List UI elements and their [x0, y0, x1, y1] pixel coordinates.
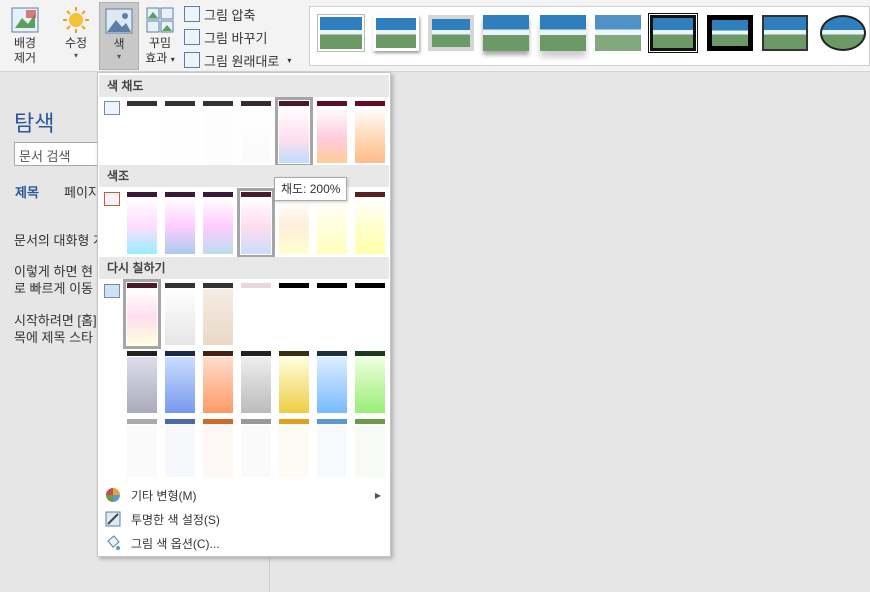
- recolor-sepia[interactable]: [203, 283, 233, 345]
- ribbon: 배경 제거 수정 ▾ 색 ▾ 꾸밈 효과 ▾ 그림 압축 그림 바꾸기 그림 원…: [0, 0, 870, 72]
- saturation-300[interactable]: [317, 101, 347, 163]
- saturation-0[interactable]: [127, 101, 157, 163]
- nav-help-text: 목에 제목 스타: [14, 330, 93, 345]
- sun-icon: [61, 6, 91, 34]
- nav-help-text: 시작하려면 [홈]: [14, 313, 97, 328]
- recolor-light-sky[interactable]: [317, 419, 347, 477]
- color-dropdown-menu: 색 채도 색조 다시 칠하기 기타 변형(M) ▶ 투명한 색 설정(S) 그림…: [97, 72, 391, 557]
- recolor-none[interactable]: [123, 279, 161, 349]
- reset-picture-icon: [184, 52, 200, 68]
- recolor-header: 다시 칠하기: [99, 257, 389, 279]
- artistic-effects-button[interactable]: 꾸밈 효과 ▾: [141, 2, 179, 70]
- paint-bucket-icon: [105, 535, 121, 551]
- tone-8800k[interactable]: [317, 192, 347, 254]
- reset-picture-button[interactable]: 그림 원래대로 ▾: [184, 50, 291, 70]
- tone-4700k[interactable]: [127, 192, 157, 254]
- saturation-100[interactable]: [241, 101, 271, 163]
- saturation-tooltip: 채도: 200%: [274, 177, 348, 201]
- recolor-dark-gray-2[interactable]: [241, 351, 271, 413]
- chevron-down-icon: ▾: [287, 55, 292, 65]
- recolor-black-white-25[interactable]: [279, 283, 309, 345]
- recolor-light-gray-2[interactable]: [241, 419, 271, 477]
- recolor-dark-gray[interactable]: [127, 351, 157, 413]
- saturation-400[interactable]: [355, 101, 385, 163]
- nav-title: 탐색: [14, 111, 55, 136]
- recolor-dark-green[interactable]: [355, 351, 385, 413]
- recolor-dark-blue[interactable]: [165, 351, 195, 413]
- recolor-light-gold[interactable]: [279, 419, 309, 477]
- tone-5300k[interactable]: [165, 192, 195, 254]
- recolor-dark-gold[interactable]: [279, 351, 309, 413]
- more-variations-item[interactable]: 기타 변형(M) ▶: [99, 483, 389, 507]
- saturation-200[interactable]: [275, 97, 313, 167]
- saturation-header: 색 채도: [99, 75, 389, 97]
- compress-pictures-button[interactable]: 그림 압축: [184, 4, 255, 24]
- picture-color-icon: [104, 7, 134, 35]
- recolor-light-gray[interactable]: [127, 419, 157, 477]
- picture-style-3[interactable]: [428, 15, 474, 51]
- recolor-black-white-75[interactable]: [355, 283, 385, 345]
- tab-headings[interactable]: 제목: [15, 182, 39, 201]
- recolor-grayscale[interactable]: [165, 283, 195, 345]
- picture-style-4[interactable]: [483, 15, 529, 51]
- picture-style-1[interactable]: [318, 15, 364, 51]
- recolor-black-white-50[interactable]: [317, 283, 347, 345]
- tone-5900k[interactable]: [203, 192, 233, 254]
- recolor-icon: [104, 284, 120, 298]
- nav-help-text: 문서의 대화형 개: [14, 233, 105, 248]
- change-picture-button[interactable]: 그림 바꾸기: [184, 27, 267, 47]
- recolor-light-blue[interactable]: [165, 419, 195, 477]
- tab-pages[interactable]: 페이지: [64, 182, 100, 201]
- color-button[interactable]: 색 ▾: [99, 2, 139, 70]
- tone-icon: [104, 192, 120, 206]
- recolor-dark-light-blue[interactable]: [317, 351, 347, 413]
- compress-icon: [184, 6, 200, 22]
- chevron-down-icon: ▾: [73, 51, 78, 60]
- picture-style-5[interactable]: [540, 15, 586, 51]
- transparent-color-icon: [105, 511, 121, 527]
- picture-style-6[interactable]: [595, 15, 641, 51]
- artistic-effects-icon: [145, 6, 175, 34]
- remove-background-icon: [10, 6, 40, 34]
- recolor-light-orange[interactable]: [203, 419, 233, 477]
- change-picture-icon: [184, 29, 200, 45]
- picture-style-2[interactable]: [373, 15, 419, 51]
- saturation-33[interactable]: [165, 101, 195, 163]
- recolor-dark-orange[interactable]: [203, 351, 233, 413]
- picture-style-8[interactable]: [707, 15, 753, 51]
- set-transparent-color-item[interactable]: 투명한 색 설정(S): [99, 507, 389, 531]
- picture-styles-gallery: [309, 6, 870, 66]
- recolor-washout[interactable]: [241, 283, 271, 345]
- nav-help-text: 로 빠르게 이동: [14, 281, 93, 296]
- picture-style-7[interactable]: [648, 13, 698, 53]
- chevron-down-icon: ▾: [116, 52, 121, 61]
- chevron-down-icon: ▾: [170, 55, 175, 64]
- tone-6500k[interactable]: [237, 188, 275, 258]
- submenu-arrow-icon: ▶: [374, 490, 381, 500]
- recolor-light-green[interactable]: [355, 419, 385, 477]
- corrections-button[interactable]: 수정 ▾: [56, 2, 96, 70]
- saturation-icon: [104, 101, 120, 115]
- color-wheel-icon: [105, 487, 121, 503]
- saturation-66[interactable]: [203, 101, 233, 163]
- tone-7200k[interactable]: [279, 192, 309, 254]
- remove-background-button[interactable]: 배경 제거: [4, 2, 46, 70]
- nav-help-text: 이렇게 하면 현: [14, 264, 93, 279]
- picture-style-10[interactable]: [820, 15, 866, 51]
- picture-style-9[interactable]: [762, 15, 808, 51]
- tone-11200k[interactable]: [355, 192, 385, 254]
- picture-color-options-item[interactable]: 그림 색 옵션(C)...: [99, 531, 389, 555]
